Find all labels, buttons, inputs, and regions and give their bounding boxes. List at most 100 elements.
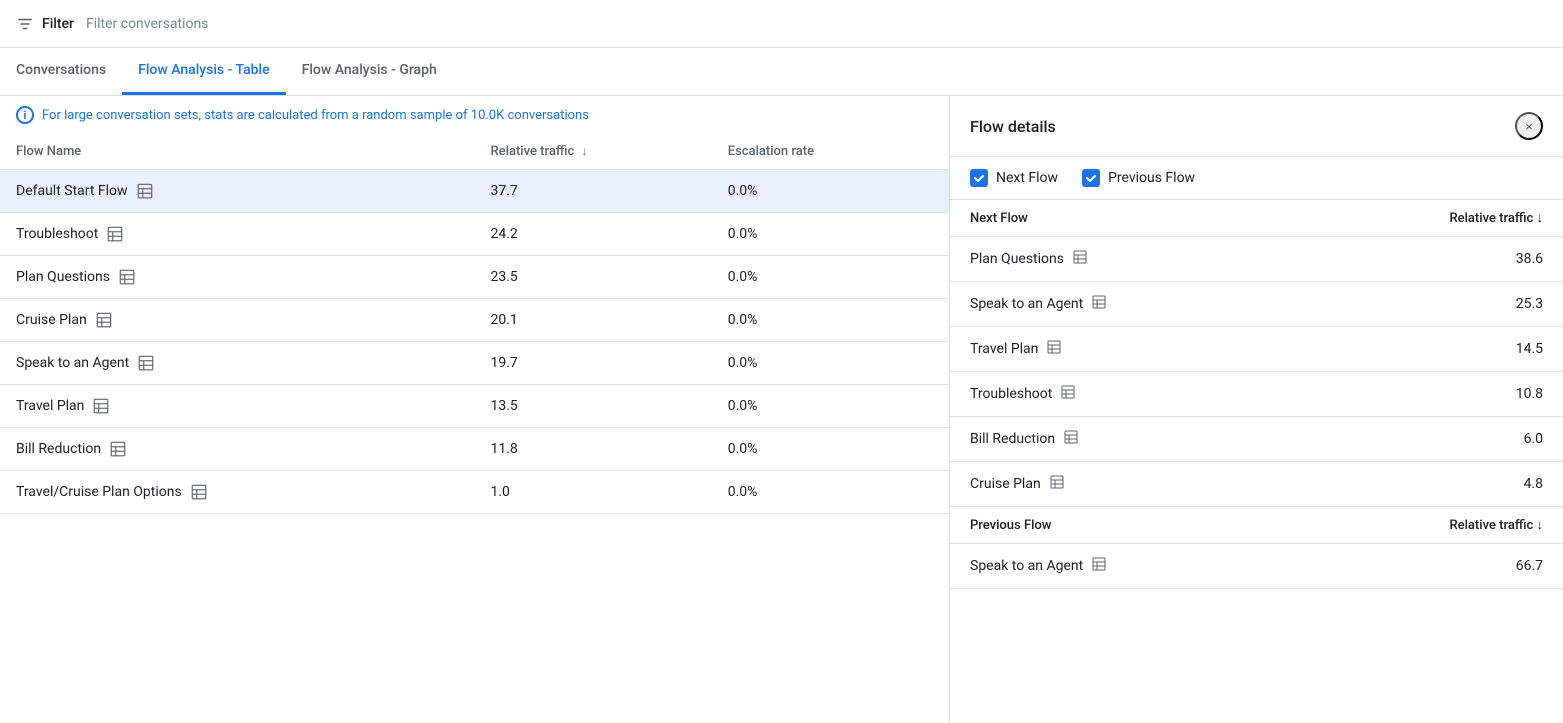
next-flow-traffic-cell: 38.6 bbox=[1300, 237, 1563, 282]
flow-name-cell: Cruise Plan bbox=[16, 311, 459, 329]
list-item[interactable]: Troubleshoot 10.8 bbox=[950, 372, 1563, 417]
next-flow-header-row: Next Flow Relative traffic ↓ bbox=[950, 200, 1563, 237]
flow-name-text: Travel/Cruise Plan Options bbox=[16, 484, 182, 500]
previous-flow-header-row: Previous Flow Relative traffic ↓ bbox=[950, 507, 1563, 544]
flow-name-text: Travel Plan bbox=[16, 398, 84, 414]
next-flow-name-cell: Plan Questions bbox=[970, 249, 1280, 269]
flow-escalation-cell: 0.0% bbox=[712, 342, 949, 385]
flow-escalation-cell: 0.0% bbox=[712, 256, 949, 299]
table-row[interactable]: Plan Questions 23.5 0.0% bbox=[0, 256, 949, 299]
table-row[interactable]: Bill Reduction 11.8 0.0% bbox=[0, 428, 949, 471]
table-row[interactable]: Speak to an Agent 19.7 0.0% bbox=[0, 342, 949, 385]
flow-table: Flow Name Relative traffic ↓ Escalation … bbox=[0, 134, 949, 514]
col-header-relative-traffic[interactable]: Relative traffic ↓ bbox=[475, 134, 712, 170]
flow-name-cell: Troubleshoot bbox=[16, 225, 459, 243]
right-panel: Flow details × Next Flow Previous F bbox=[950, 96, 1563, 723]
tab-flow-analysis-graph[interactable]: Flow Analysis - Graph bbox=[286, 47, 453, 95]
flow-escalation-cell: 0.0% bbox=[712, 428, 949, 471]
next-flow-name-cell: Cruise Plan bbox=[970, 474, 1280, 494]
flow-name-text: Bill Reduction bbox=[16, 441, 101, 457]
table-list-icon bbox=[92, 397, 110, 415]
info-bar: i For large conversation sets, stats are… bbox=[0, 96, 949, 134]
flow-name-cell: Speak to an Agent bbox=[16, 354, 459, 372]
filter-icon bbox=[16, 15, 34, 33]
table-list-icon bbox=[190, 483, 208, 501]
list-item[interactable]: Bill Reduction 6.0 bbox=[950, 417, 1563, 462]
next-flow-col-traffic[interactable]: Relative traffic ↓ bbox=[1300, 200, 1563, 237]
filter-bar: Filter Filter conversations bbox=[0, 0, 1563, 48]
info-text: For large conversation sets, stats are c… bbox=[42, 108, 589, 123]
list-icon bbox=[1049, 474, 1065, 494]
next-flow-name-text: Bill Reduction bbox=[970, 431, 1055, 447]
table-list-icon bbox=[136, 182, 154, 200]
table-row[interactable]: Cruise Plan 20.1 0.0% bbox=[0, 299, 949, 342]
next-flow-name-cell: Travel Plan bbox=[970, 339, 1280, 359]
prev-flow-traffic-cell: 66.7 bbox=[1300, 544, 1563, 589]
next-flow-traffic-cell: 14.5 bbox=[1300, 327, 1563, 372]
flow-escalation-cell: 0.0% bbox=[712, 170, 949, 213]
next-flow-section: Next Flow Relative traffic ↓ Plan Questi… bbox=[950, 200, 1563, 507]
checkbox-previous-flow[interactable]: Previous Flow bbox=[1082, 169, 1195, 187]
table-row[interactable]: Default Start Flow 37.7 0.0% bbox=[0, 170, 949, 213]
list-item[interactable]: Speak to an Agent 25.3 bbox=[950, 282, 1563, 327]
filter-label: Filter bbox=[42, 16, 74, 32]
list-item[interactable]: Cruise Plan 4.8 bbox=[950, 462, 1563, 507]
list-item[interactable]: Plan Questions 38.6 bbox=[950, 237, 1563, 282]
next-flow-traffic-cell: 6.0 bbox=[1300, 417, 1563, 462]
flow-traffic-cell: 37.7 bbox=[475, 170, 712, 213]
close-button[interactable]: × bbox=[1515, 112, 1543, 140]
list-icon bbox=[1063, 429, 1079, 449]
tab-flow-analysis-table[interactable]: Flow Analysis - Table bbox=[122, 47, 286, 95]
previous-flow-col-traffic[interactable]: Relative traffic ↓ bbox=[1300, 507, 1563, 544]
previous-flow-checkbox-label: Previous Flow bbox=[1108, 170, 1195, 186]
next-flow-name-text: Cruise Plan bbox=[970, 476, 1041, 492]
left-panel: i For large conversation sets, stats are… bbox=[0, 96, 950, 723]
flow-name-text: Plan Questions bbox=[16, 269, 110, 285]
list-icon bbox=[1060, 384, 1076, 404]
prev-flow-name-text: Speak to an Agent bbox=[970, 558, 1083, 574]
col-header-escalation-rate: Escalation rate bbox=[712, 134, 949, 170]
previous-flow-sort-arrow: ↓ bbox=[1537, 518, 1544, 533]
table-list-icon bbox=[137, 354, 155, 372]
table-row[interactable]: Travel Plan 13.5 0.0% bbox=[0, 385, 949, 428]
table-list-icon bbox=[106, 225, 124, 243]
previous-flow-col-name: Previous Flow bbox=[950, 507, 1300, 544]
table-list-icon bbox=[109, 440, 127, 458]
tab-conversations[interactable]: Conversations bbox=[0, 47, 122, 95]
next-flow-checkbox-label: Next Flow bbox=[996, 170, 1058, 186]
table-row[interactable]: Travel/Cruise Plan Options 1.0 0.0% bbox=[0, 471, 949, 514]
next-flow-sort-arrow: ↓ bbox=[1537, 211, 1544, 226]
previous-flow-table: Previous Flow Relative traffic ↓ Speak t… bbox=[950, 507, 1563, 588]
next-flow-name-text: Plan Questions bbox=[970, 251, 1064, 267]
flow-traffic-cell: 20.1 bbox=[475, 299, 712, 342]
flow-traffic-cell: 13.5 bbox=[475, 385, 712, 428]
main-layout: i For large conversation sets, stats are… bbox=[0, 96, 1563, 723]
next-flow-traffic-cell: 10.8 bbox=[1300, 372, 1563, 417]
col-header-flow-name: Flow Name bbox=[0, 134, 475, 170]
tabs-bar: Conversations Flow Analysis - Table Flow… bbox=[0, 48, 1563, 96]
next-flow-traffic-cell: 25.3 bbox=[1300, 282, 1563, 327]
next-flow-table: Next Flow Relative traffic ↓ Plan Questi… bbox=[950, 200, 1563, 506]
table-row[interactable]: Troubleshoot 24.2 0.0% bbox=[0, 213, 949, 256]
flow-name-text: Default Start Flow bbox=[16, 183, 128, 199]
sort-arrow-traffic: ↓ bbox=[582, 144, 588, 158]
next-flow-name-text: Troubleshoot bbox=[970, 386, 1052, 402]
list-item[interactable]: Speak to an Agent 66.7 bbox=[950, 544, 1563, 589]
filter-conversations-text: Filter conversations bbox=[86, 16, 208, 32]
checkbox-next-flow[interactable]: Next Flow bbox=[970, 169, 1058, 187]
flow-name-text: Speak to an Agent bbox=[16, 355, 129, 371]
table-list-icon bbox=[118, 268, 136, 286]
flow-traffic-cell: 23.5 bbox=[475, 256, 712, 299]
flow-name-text: Troubleshoot bbox=[16, 226, 98, 242]
list-icon bbox=[1046, 339, 1062, 359]
flow-escalation-cell: 0.0% bbox=[712, 471, 949, 514]
list-icon bbox=[1091, 556, 1107, 576]
flow-escalation-cell: 0.0% bbox=[712, 299, 949, 342]
previous-flow-checkbox-box bbox=[1082, 169, 1100, 187]
info-icon: i bbox=[16, 106, 34, 124]
next-flow-name-text: Speak to an Agent bbox=[970, 296, 1083, 312]
list-item[interactable]: Travel Plan 14.5 bbox=[950, 327, 1563, 372]
flow-escalation-cell: 0.0% bbox=[712, 385, 949, 428]
flow-name-cell: Travel/Cruise Plan Options bbox=[16, 483, 459, 501]
previous-flow-section: Previous Flow Relative traffic ↓ Speak t… bbox=[950, 507, 1563, 589]
